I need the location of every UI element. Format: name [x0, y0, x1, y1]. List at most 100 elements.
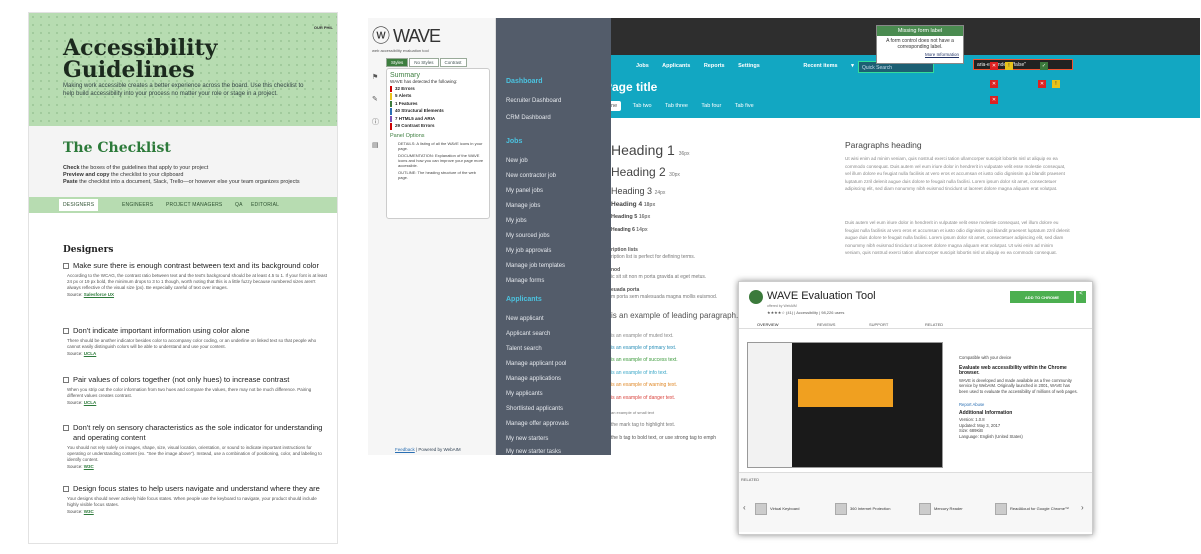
error-icon[interactable]: ✕ [1038, 80, 1046, 88]
errors-count[interactable]: 32 Errors [390, 85, 486, 93]
prev-arrow-icon[interactable]: ‹ [743, 503, 746, 512]
share-icon[interactable]: < [1076, 291, 1086, 303]
menu-recent-items[interactable]: Recent items ▾ [803, 63, 854, 69]
contrast-errors-count[interactable]: 29 Contrast Errors [390, 123, 486, 131]
nav-item[interactable]: My jobs [506, 218, 527, 224]
tab-engineers[interactable]: ENGINEERS [122, 202, 153, 208]
wave-summary-panel: Summary WAVE has detected the following:… [386, 68, 490, 219]
nav-section-applicants[interactable]: Applicants [506, 296, 542, 303]
tab-two[interactable]: Tab two [633, 103, 652, 109]
nav-item[interactable]: My new starters [506, 436, 548, 442]
checkbox[interactable] [63, 377, 69, 383]
definition: m porta sem malesuada magna mollis euism… [611, 294, 718, 300]
menu-applicants[interactable]: Applicants [662, 63, 690, 69]
option-details[interactable]: DETAILS: A listing of all the WAVE icons… [390, 141, 486, 151]
nav-item[interactable]: My applicants [506, 391, 543, 397]
alerts-count[interactable]: 5 Alerts [390, 93, 486, 100]
contrast-button[interactable]: Contrast [439, 58, 467, 67]
source-link[interactable]: Salesforce UX [84, 292, 114, 297]
error-icon[interactable]: ✕ [990, 96, 998, 104]
tab-editorial[interactable]: EDITORIAL [251, 202, 279, 208]
nav-item[interactable]: Applicant search [506, 331, 550, 337]
edit-icon[interactable]: ✎ [372, 95, 382, 103]
flag-icon[interactable]: ⚑ [372, 73, 382, 81]
nav-item[interactable]: My job approvals [506, 248, 551, 254]
info-icon[interactable]: ⓘ [372, 117, 382, 127]
item-title: Don't rely on sensory characteristics as… [73, 423, 323, 442]
desc-title: Evaluate web accessibility within the Ch… [959, 364, 1067, 376]
tab-overview[interactable]: OVERVIEW [757, 322, 779, 327]
add-to-chrome-button[interactable]: ADD TO CHROME [1010, 291, 1074, 303]
tab-four[interactable]: Tab four [701, 103, 721, 109]
features-count[interactable]: 1 Features [390, 100, 486, 108]
checklist-item: Make sure there is enough contrast betwe… [63, 261, 328, 297]
tab-support[interactable]: SUPPORT [869, 322, 888, 327]
checkbox[interactable] [63, 263, 69, 269]
related-item[interactable]: 360 Internet Protection [835, 503, 890, 515]
tab-qa[interactable]: QA [235, 202, 243, 208]
aria-indicator: aria-expanded="false" [973, 59, 1073, 70]
no-styles-button[interactable]: No Styles [409, 58, 439, 67]
checkbox[interactable] [63, 328, 69, 334]
tab-three[interactable]: Tab three [665, 103, 688, 109]
styles-button[interactable]: Styles [386, 58, 409, 67]
tab-five[interactable]: Tab five [735, 103, 754, 109]
tab-related[interactable]: RELATED [925, 322, 943, 327]
nav-item[interactable]: Talent search [506, 346, 542, 352]
nav-item[interactable]: Manage offer approvals [506, 421, 569, 427]
tooltip-link[interactable]: More Information [877, 52, 963, 57]
source-link[interactable]: W3C [84, 509, 94, 514]
source-link[interactable]: UCLA [84, 400, 97, 405]
alert-icon[interactable]: ! [1052, 80, 1060, 88]
extension-author: offered by WebAIM [767, 304, 797, 308]
report-abuse-link[interactable]: Report Abuse [959, 402, 1079, 408]
nav-item[interactable]: Manage jobs [506, 203, 540, 209]
menu-jobs[interactable]: Jobs [636, 63, 649, 69]
nav-item[interactable]: My new starter tasks [506, 449, 561, 455]
document-icon[interactable]: ▤ [372, 141, 382, 149]
related-item[interactable]: ReadAloud for Google Chrome™ [995, 503, 1069, 515]
nav-item[interactable]: My sourced jobs [506, 233, 550, 239]
feedback-link[interactable]: Feedback [395, 447, 415, 452]
nav-item[interactable]: Manage job templates [506, 263, 565, 269]
nav-item[interactable]: Manage applications [506, 376, 561, 382]
error-icon[interactable]: ✕ [990, 80, 998, 88]
tab-designers[interactable]: DESIGNERS [59, 199, 99, 211]
nav-item[interactable]: Recruiter Dashboard [506, 98, 561, 104]
aria-count[interactable]: 7 HTML5 and ARIA [390, 115, 486, 123]
nav-item[interactable]: Shortlisted applicants [506, 406, 563, 412]
option-outline[interactable]: OUTLINE: The heading structure of the we… [390, 170, 486, 180]
checkbox[interactable] [63, 425, 69, 431]
wave-panel-icons: ⚑ ✎ ⓘ ▤ [372, 73, 382, 163]
nav-item[interactable]: Manage applicant pool [506, 361, 566, 367]
instruction-preview: Preview and copy the checklist to your c… [63, 172, 184, 178]
error-icon[interactable]: ✕ [990, 62, 998, 70]
nav-item[interactable]: New contractor job [506, 173, 556, 179]
checkbox[interactable] [63, 486, 69, 492]
nav-item[interactable]: New applicant [506, 316, 544, 322]
wave-extension-icon [749, 290, 763, 304]
source-link[interactable]: UCLA [84, 351, 97, 356]
source-link[interactable]: W3C [84, 464, 94, 469]
option-documentation[interactable]: DOCUMENTATION: Explanation of the WAVE i… [390, 153, 486, 168]
nav-item[interactable]: Manage forms [506, 278, 544, 284]
alert-icon[interactable]: ! [1005, 62, 1013, 70]
item-desc: According to the WCAG, the contrast rati… [67, 273, 328, 290]
corner-link[interactable]: OUR PHIL [314, 25, 333, 30]
compat-note: Compatible with your device [959, 355, 1012, 360]
menu-settings[interactable]: Settings [738, 63, 760, 69]
nav-item[interactable]: My panel jobs [506, 188, 543, 194]
nav-item[interactable]: New job [506, 158, 528, 164]
nav-section-dashboard[interactable]: Dashboard [506, 78, 543, 85]
menu-reports[interactable]: Reports [704, 63, 725, 69]
extension-icon [995, 503, 1007, 515]
next-arrow-icon[interactable]: › [1081, 503, 1084, 512]
structural-count[interactable]: 40 Structural Elements [390, 108, 486, 115]
nav-item[interactable]: CRM Dashboard [506, 115, 551, 121]
nav-section-jobs[interactable]: Jobs [506, 138, 522, 145]
related-item[interactable]: Mercury Reader [919, 503, 963, 515]
related-item[interactable]: Virtual Keyboard [755, 503, 800, 515]
tab-reviews[interactable]: REVIEWS [817, 322, 835, 327]
tab-project-managers[interactable]: PROJECT MANAGERS [166, 202, 222, 208]
feature-icon[interactable]: ✓ [1040, 62, 1048, 70]
